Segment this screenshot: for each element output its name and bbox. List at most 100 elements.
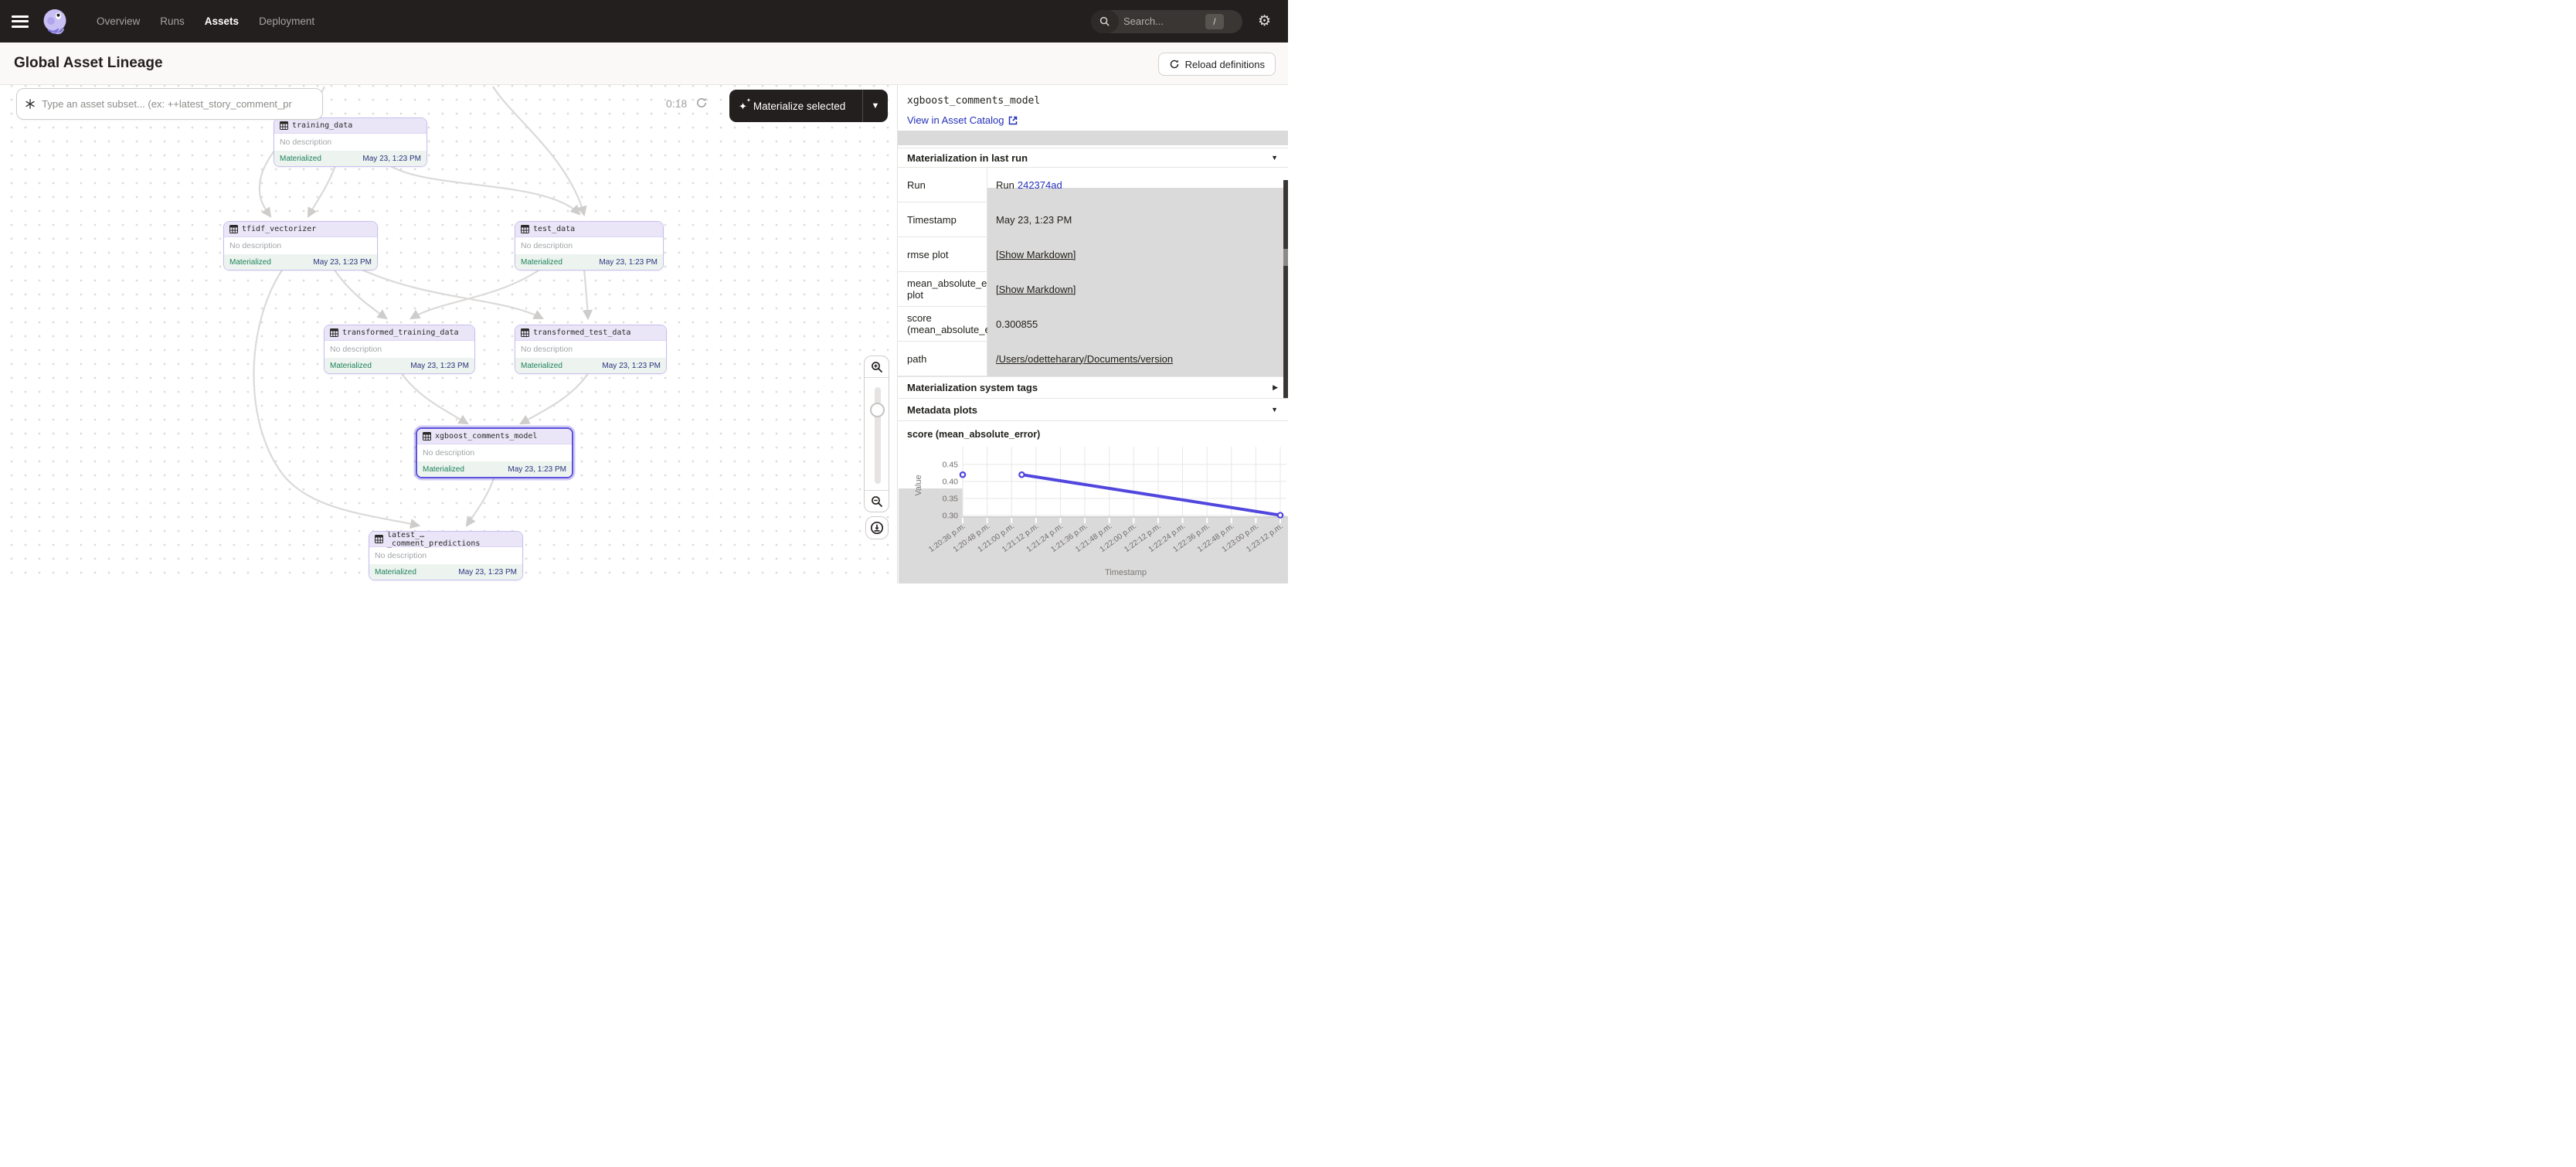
node-timestamp: May 23, 1:23 PM <box>362 155 421 163</box>
table-row: rmse plot [Show Markdown] <box>898 237 1288 272</box>
table-row: score (mean_absolute_error) 0.300855 <box>898 307 1288 342</box>
node-description: No description <box>515 341 666 358</box>
nav-item-assets[interactable]: Assets <box>205 15 239 27</box>
node-timestamp: May 23, 1:23 PM <box>313 258 372 267</box>
path-link[interactable]: /Users/odetteharary/Documents/version <box>996 353 1173 365</box>
materialize-selected-button[interactable]: ✦✦ Materialize selected ▼ <box>729 90 888 122</box>
sparkle-icon: ✦✦ <box>739 101 747 111</box>
gear-icon[interactable]: ⚙ <box>1258 14 1271 29</box>
node-timestamp: May 23, 1:23 PM <box>602 362 661 370</box>
run-id-link[interactable]: 242374ad <box>1018 179 1062 191</box>
dagster-app: Overview Runs Assets Deployment / ⚙ Glob… <box>0 0 1288 584</box>
table-row: Timestamp May 23, 1:23 PM <box>898 202 1288 237</box>
show-markdown-link[interactable]: [Show Markdown] <box>996 284 1076 295</box>
graph-refresh-icon[interactable] <box>695 97 708 109</box>
dagster-logo[interactable] <box>41 8 69 36</box>
page-header: Global Asset Lineage Reload definitions <box>0 43 1288 85</box>
table-icon <box>229 225 238 233</box>
section-metadata-plots[interactable]: Metadata plots ▼ <box>898 399 1288 421</box>
asset-node-training-data[interactable]: training_data No description Materialize… <box>274 117 427 167</box>
top-nav: Overview Runs Assets Deployment / ⚙ <box>0 0 1288 43</box>
zoom-slider-track[interactable] <box>875 387 881 484</box>
node-timestamp: May 23, 1:23 PM <box>458 568 517 577</box>
node-description: No description <box>274 134 427 151</box>
node-description: No description <box>417 444 572 461</box>
table-icon <box>375 535 383 543</box>
window-scrollbar[interactable] <box>1283 180 1288 398</box>
asset-node-xgboost-comments-model[interactable]: xgboost_comments_model No description Ma… <box>416 427 573 478</box>
node-description: No description <box>369 547 522 564</box>
metadata-plot-title: score (mean_absolute_error) <box>907 429 1040 440</box>
menu-icon[interactable] <box>12 15 29 28</box>
show-markdown-link[interactable]: [Show Markdown] <box>996 249 1076 260</box>
section-materialization-last-run[interactable]: Materialization in last run ▼ <box>898 148 1288 168</box>
zoom-in-button[interactable] <box>865 356 889 378</box>
svg-text:0.45: 0.45 <box>943 461 959 470</box>
zoom-slider-handle[interactable] <box>870 403 885 417</box>
zoom-controls <box>864 356 889 512</box>
table-icon <box>521 328 529 337</box>
status-badge: Materialized <box>375 568 416 577</box>
graph-timer: 0:18 <box>666 97 687 110</box>
refresh-icon <box>1169 59 1180 70</box>
table-row: Run Run242374ad <box>898 168 1288 202</box>
asset-node-test-data[interactable]: test_data No description MaterializedMay… <box>515 221 664 270</box>
asset-node-transformed-training-data[interactable]: transformed_training_data No description… <box>324 325 475 374</box>
panel-scroll-strip <box>898 131 1288 145</box>
search-box[interactable]: / <box>1091 10 1242 33</box>
svg-text:0.35: 0.35 <box>943 495 959 504</box>
table-icon <box>330 328 338 337</box>
node-timestamp: May 23, 1:23 PM <box>508 465 566 474</box>
nav-links: Overview Runs Assets Deployment <box>97 15 314 27</box>
status-badge: Materialized <box>280 155 321 163</box>
reload-definitions-button[interactable]: Reload definitions <box>1158 53 1276 76</box>
metadata-plot-chart: 1:20:36 p.m.1:20:48 p.m.1:21:00 p.m.1:21… <box>898 441 1288 584</box>
nav-item-overview[interactable]: Overview <box>97 15 140 27</box>
node-description: No description <box>325 341 474 358</box>
svg-text:Value: Value <box>914 475 923 495</box>
chevron-right-icon: ▶ <box>1273 383 1278 392</box>
status-badge: Materialized <box>423 465 464 474</box>
status-badge: Materialized <box>229 258 271 267</box>
svg-text:Timestamp: Timestamp <box>1105 568 1147 577</box>
asset-selector-icon <box>25 98 36 110</box>
status-badge: Materialized <box>521 258 562 267</box>
node-description: No description <box>224 237 377 254</box>
metadata-table: Run Run242374ad Timestamp May 23, 1:23 P… <box>898 168 1288 376</box>
status-badge: Materialized <box>521 362 562 370</box>
table-icon <box>280 121 288 130</box>
asset-detail-panel: xgboost_comments_model View in Asset Cat… <box>897 85 1288 584</box>
nav-item-deployment[interactable]: Deployment <box>259 15 314 27</box>
node-timestamp: May 23, 1:23 PM <box>410 362 469 370</box>
search-icon <box>1091 10 1119 33</box>
svg-text:0.40: 0.40 <box>943 478 959 487</box>
node-description: No description <box>515 237 663 254</box>
status-badge: Materialized <box>330 362 372 370</box>
view-in-asset-catalog-link[interactable]: View in Asset Catalog <box>907 114 1018 126</box>
asset-filter-box[interactable] <box>16 88 323 120</box>
download-image-button[interactable] <box>865 516 889 539</box>
page-title: Global Asset Lineage <box>14 55 163 72</box>
panel-asset-title: xgboost_comments_model <box>907 95 1040 107</box>
search-shortcut-badge: / <box>1205 14 1224 29</box>
svg-text:0.30: 0.30 <box>943 512 959 521</box>
section-materialization-system-tags[interactable]: Materialization system tags ▶ <box>898 376 1288 399</box>
asset-node-latest-comment-predictions[interactable]: latest_…_comment_predictions No descript… <box>369 531 523 580</box>
zoom-out-button[interactable] <box>865 490 889 512</box>
asset-filter-input[interactable] <box>42 98 314 110</box>
scrollbar-thumb[interactable] <box>1283 249 1288 266</box>
table-row: mean_absolute_error plot [Show Markdown] <box>898 272 1288 307</box>
search-input[interactable] <box>1123 15 1205 27</box>
external-link-icon <box>1008 116 1018 125</box>
nav-item-runs[interactable]: Runs <box>160 15 185 27</box>
chevron-down-icon: ▼ <box>1271 154 1278 162</box>
node-timestamp: May 23, 1:23 PM <box>599 258 658 267</box>
asset-node-tfidf-vectorizer[interactable]: tfidf_vectorizer No description Material… <box>223 221 378 270</box>
table-row: path /Users/odetteharary/Documents/versi… <box>898 342 1288 376</box>
table-icon <box>521 225 529 233</box>
chevron-down-icon: ▼ <box>1271 406 1278 413</box>
nav-right: / ⚙ <box>1091 10 1271 33</box>
materialize-dropdown-caret[interactable]: ▼ <box>863 101 888 111</box>
asset-node-transformed-test-data[interactable]: transformed_test_data No description Mat… <box>515 325 667 374</box>
table-icon <box>423 432 431 441</box>
